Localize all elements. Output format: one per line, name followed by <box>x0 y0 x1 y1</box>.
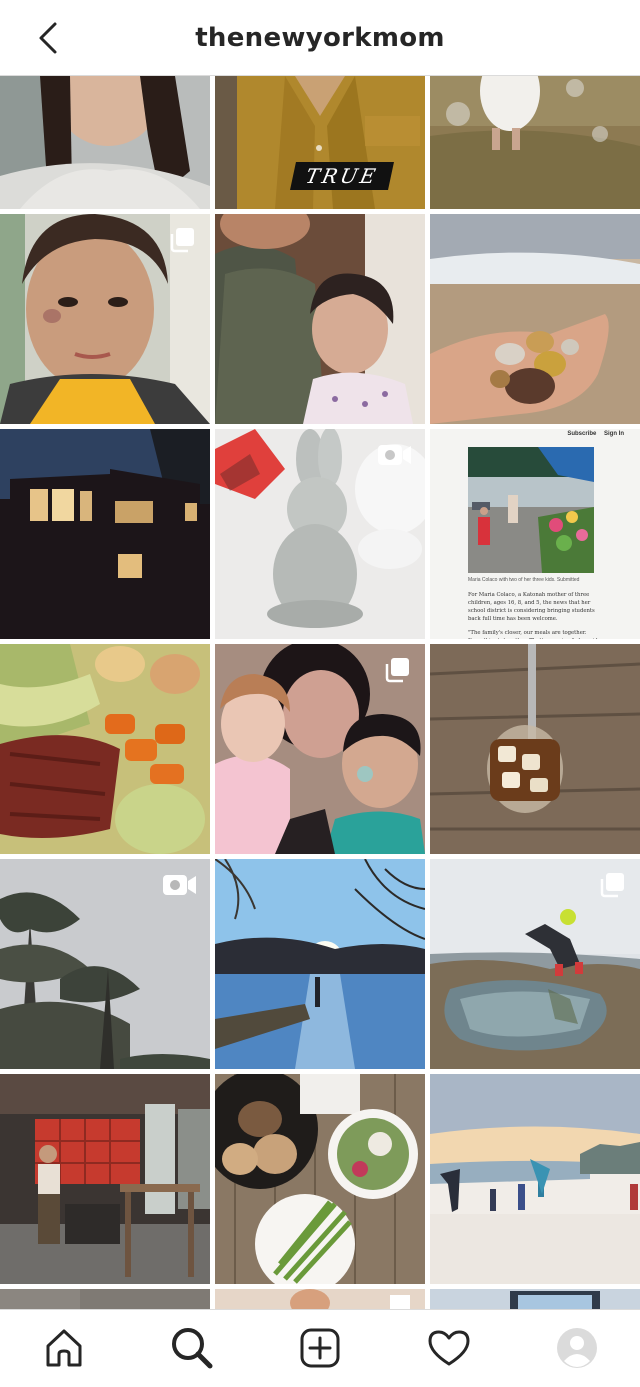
post-thumbnail[interactable] <box>215 859 425 1069</box>
post-thumbnail[interactable] <box>430 1074 640 1284</box>
post-thumbnail[interactable] <box>0 214 210 424</box>
post-image <box>430 214 640 424</box>
post-thumbnail[interactable] <box>215 214 425 424</box>
post-thumbnail[interactable] <box>430 1289 640 1311</box>
post-grid: TRUE Subscribe Sign In Maria Colaco with… <box>0 76 640 1311</box>
chevron-left-icon <box>39 22 57 54</box>
post-thumbnail[interactable] <box>0 859 210 1069</box>
post-image <box>0 1074 210 1284</box>
post-thumbnail[interactable] <box>215 1074 425 1284</box>
overlay-text: TRUE <box>290 162 394 190</box>
post-image <box>0 429 210 639</box>
subscribe-link: Subscribe <box>567 431 597 437</box>
post-image <box>430 644 640 854</box>
article-body: For Maria Colaco, a Katonah mother of th… <box>468 591 608 639</box>
post-image <box>430 1074 640 1284</box>
post-thumbnail[interactable] <box>430 76 640 209</box>
article-photo-caption: Maria Colaco with two of her three kids.… <box>468 577 580 583</box>
post-thumbnail[interactable] <box>0 644 210 854</box>
article-paragraph: "The family's closer, our meals are toge… <box>468 630 599 639</box>
post-thumbnail[interactable] <box>215 429 425 639</box>
top-bar: thenewyorkmom <box>0 0 640 76</box>
post-image <box>430 76 640 209</box>
carousel-icon <box>385 658 409 683</box>
carousel-icon <box>170 228 194 253</box>
post-image <box>215 859 425 1069</box>
post-thumbnail[interactable] <box>0 76 210 209</box>
post-thumbnail[interactable]: Subscribe Sign In Maria Colaco with two … <box>430 429 640 639</box>
tab-search[interactable] <box>170 1326 214 1370</box>
post-thumbnail[interactable]: TRUE <box>215 76 425 209</box>
search-icon <box>172 1328 213 1369</box>
article-nav: Subscribe Sign In <box>561 431 624 437</box>
post-image <box>215 214 425 424</box>
post-thumbnail[interactable] <box>215 1289 425 1311</box>
video-icon <box>378 445 411 465</box>
post-image <box>0 644 210 854</box>
tab-profile[interactable] <box>555 1326 599 1370</box>
heart-icon <box>428 1330 470 1366</box>
profile-avatar-icon <box>557 1328 597 1368</box>
post-thumbnail[interactable] <box>0 1289 210 1311</box>
post-thumbnail[interactable] <box>215 644 425 854</box>
add-post-icon <box>300 1328 340 1368</box>
tab-activity[interactable] <box>427 1326 471 1370</box>
post-thumbnail[interactable] <box>430 859 640 1069</box>
video-icon <box>163 875 196 895</box>
home-icon <box>46 1329 82 1367</box>
post-image <box>430 1289 640 1311</box>
sign-in-link: Sign In <box>604 431 624 437</box>
post-image <box>215 1074 425 1284</box>
tab-new-post[interactable] <box>298 1326 342 1370</box>
profile-username: thenewyorkmom <box>195 22 445 53</box>
bottom-nav <box>0 1309 640 1387</box>
article-screenshot: Subscribe Sign In Maria Colaco with two … <box>430 429 640 639</box>
post-thumbnail[interactable] <box>0 1074 210 1284</box>
tab-home[interactable] <box>42 1326 86 1370</box>
post-thumbnail[interactable] <box>430 644 640 854</box>
article-paragraph: For Maria Colaco, a Katonah mother of th… <box>468 592 595 622</box>
article-photo <box>468 447 594 573</box>
post-image <box>0 76 210 209</box>
post-image <box>0 1289 210 1311</box>
back-button[interactable] <box>30 20 66 56</box>
post-thumbnail[interactable] <box>430 214 640 424</box>
post-image <box>215 1289 425 1311</box>
post-thumbnail[interactable] <box>0 429 210 639</box>
carousel-icon <box>600 873 624 898</box>
